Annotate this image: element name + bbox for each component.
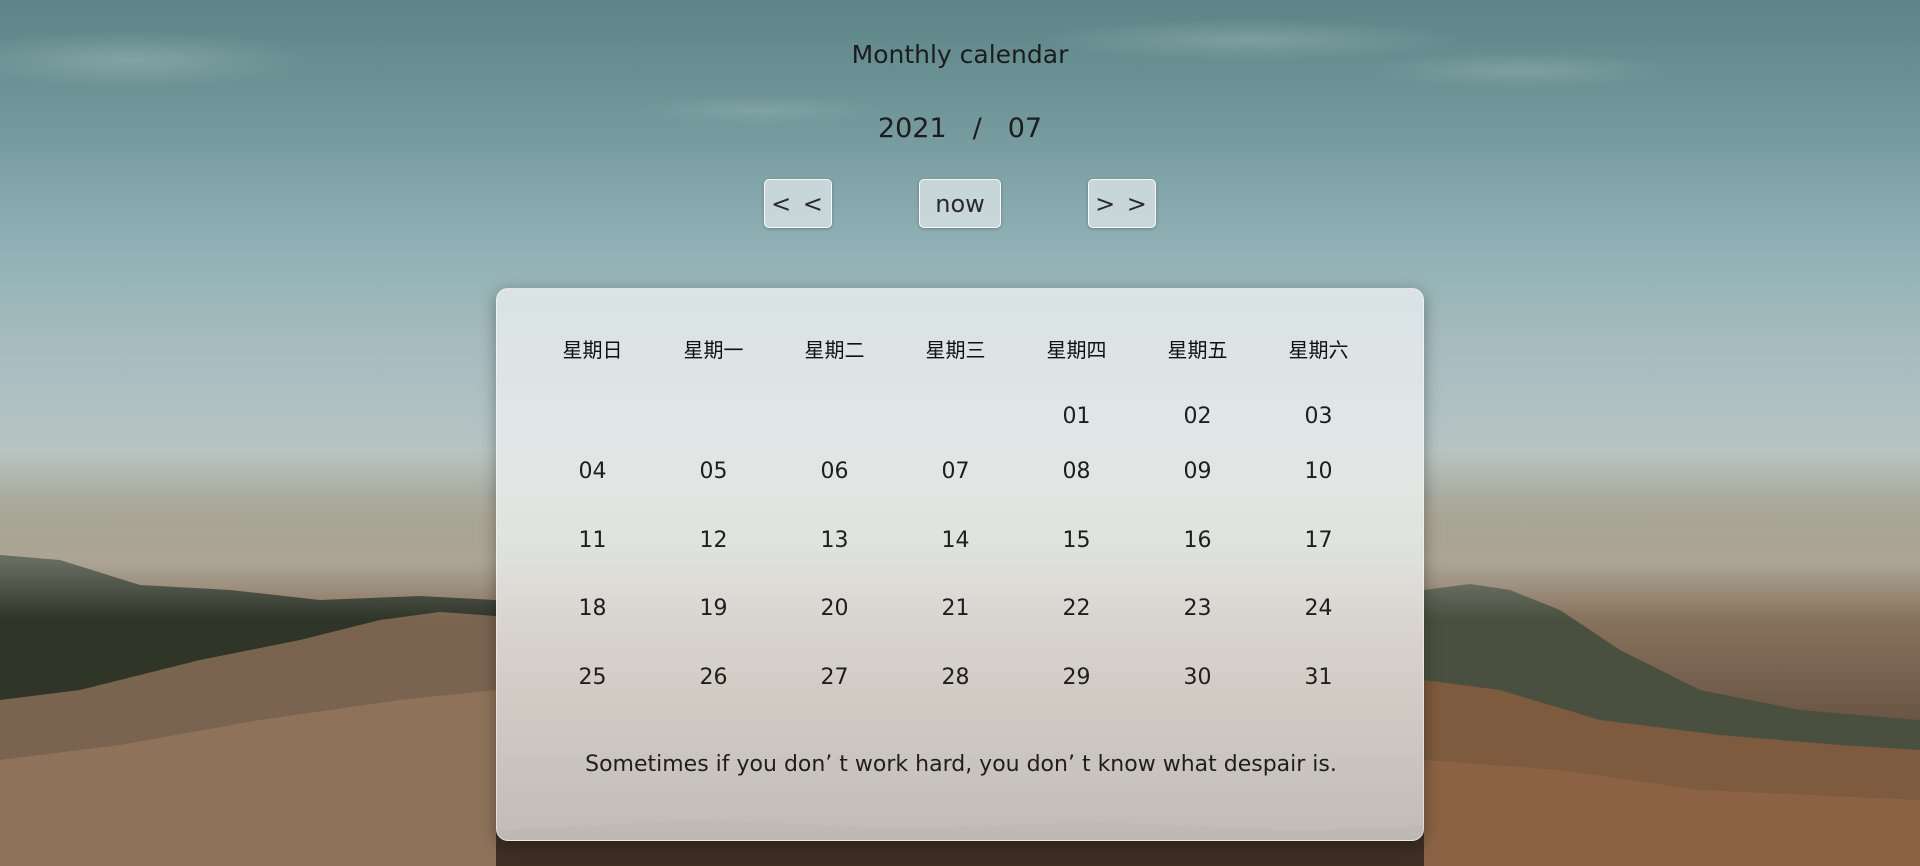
- weekday-header-sunday: 星期日: [562, 337, 623, 362]
- day-cell[interactable]: 19: [653, 596, 774, 621]
- day-cell-empty: [532, 390, 653, 416]
- day-cell[interactable]: 23: [1137, 596, 1258, 621]
- weekday-header-monday: 星期一: [683, 337, 744, 362]
- day-cell[interactable]: 29: [1016, 665, 1137, 690]
- calendar-card: 星期日 星期一 星期二 星期三 星期四 星期五 星期六 01 02 03 04 …: [496, 288, 1424, 841]
- weekday-header-saturday: 星期六: [1288, 337, 1349, 362]
- year-month-display: 2021 / 07: [0, 113, 1920, 144]
- next-month-button[interactable]: > >: [1088, 179, 1156, 228]
- day-cell[interactable]: 01: [1016, 378, 1137, 429]
- weekday-header-tuesday: 星期二: [804, 337, 865, 362]
- day-cell[interactable]: 17: [1258, 528, 1379, 553]
- day-cell[interactable]: 06: [774, 459, 895, 484]
- day-cell[interactable]: 24: [1258, 596, 1379, 621]
- day-cell[interactable]: 03: [1258, 378, 1379, 429]
- weekday-header-thursday: 星期四: [1046, 337, 1107, 362]
- year-value: 2021: [877, 113, 947, 144]
- day-cell[interactable]: 02: [1137, 378, 1258, 429]
- day-cell[interactable]: 20: [774, 596, 895, 621]
- day-cell[interactable]: 28: [895, 665, 1016, 690]
- day-cell[interactable]: 13: [774, 528, 895, 553]
- day-cell[interactable]: 09: [1137, 459, 1258, 484]
- day-cell[interactable]: 25: [532, 665, 653, 690]
- day-cell-empty: [653, 390, 774, 416]
- year-month-separator: /: [972, 113, 982, 144]
- calendar-grid: 星期日 星期一 星期二 星期三 星期四 星期五 星期六 01 02 03 04 …: [532, 327, 1379, 712]
- day-cell[interactable]: 22: [1016, 596, 1137, 621]
- day-cell[interactable]: 07: [895, 459, 1016, 484]
- day-cell[interactable]: 11: [532, 528, 653, 553]
- day-cell[interactable]: 14: [895, 528, 1016, 553]
- day-cell[interactable]: 15: [1016, 528, 1137, 553]
- day-cell[interactable]: 12: [653, 528, 774, 553]
- motto-quote: Sometimes if you don’ t work hard, you d…: [585, 752, 1337, 777]
- month-value: 07: [1007, 113, 1043, 144]
- page-title: Monthly calendar: [851, 40, 1069, 69]
- day-cell[interactable]: 27: [774, 665, 895, 690]
- day-cell[interactable]: 04: [532, 459, 653, 484]
- day-cell-empty: [774, 390, 895, 416]
- day-cell[interactable]: 10: [1258, 459, 1379, 484]
- day-cell[interactable]: 16: [1137, 528, 1258, 553]
- day-cell[interactable]: 21: [895, 596, 1016, 621]
- day-cell[interactable]: 26: [653, 665, 774, 690]
- day-cell[interactable]: 05: [653, 459, 774, 484]
- weekday-header-friday: 星期五: [1167, 337, 1228, 362]
- day-cell[interactable]: 08: [1016, 459, 1137, 484]
- current-month-button[interactable]: now: [919, 179, 1001, 228]
- day-cell[interactable]: 18: [532, 596, 653, 621]
- day-cell[interactable]: 30: [1137, 665, 1258, 690]
- previous-month-button[interactable]: < <: [764, 179, 832, 228]
- day-cell[interactable]: 31: [1258, 665, 1379, 690]
- weekday-header-wednesday: 星期三: [925, 337, 986, 362]
- day-cell-empty: [895, 390, 1016, 416]
